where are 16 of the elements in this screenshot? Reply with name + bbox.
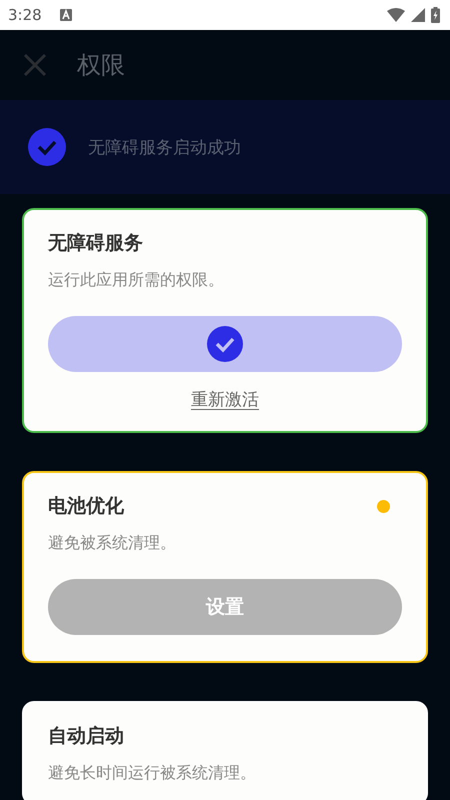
card-title: 无障碍服务 [48, 231, 143, 256]
card-title: 自动启动 [48, 724, 124, 749]
battery-icon [431, 7, 440, 23]
card-description: 避免被系统清理。 [48, 533, 177, 553]
wifi-icon [387, 8, 405, 22]
banner-message: 无障碍服务启动成功 [88, 136, 241, 158]
keyboard-notification-icon [60, 9, 72, 21]
card-description: 避免长时间运行被系统清理。 [48, 763, 257, 783]
reactivate-link[interactable]: 重新激活 [191, 388, 259, 411]
signal-icon [411, 8, 425, 22]
card-title: 电池优化 [48, 494, 124, 519]
card-description: 运行此应用所需的权限。 [48, 270, 225, 290]
close-icon[interactable] [23, 53, 47, 77]
page-title: 权限 [77, 50, 125, 81]
check-icon [206, 325, 244, 363]
status-time: 3:28 [8, 6, 42, 24]
